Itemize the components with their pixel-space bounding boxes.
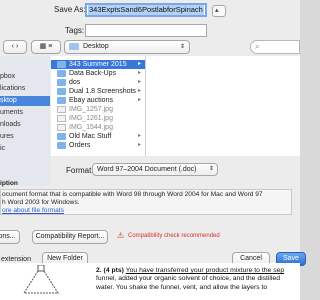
list-item[interactable]: Old Mac Stuff ▸: [51, 132, 145, 141]
list-item-label: Ebay auctions: [69, 97, 113, 104]
chevron-right-icon: ▸: [137, 79, 141, 85]
separatory-funnel-icon: [23, 265, 59, 294]
forward-icon: ›: [15, 43, 19, 50]
list-item[interactable]: IMG_1257.jpg: [51, 105, 145, 114]
options-button[interactable]: ons...: [0, 230, 20, 244]
list-item[interactable]: Dual 1.8 Screenshots ▸: [51, 87, 145, 96]
location-popup[interactable]: Desktop ⇕: [64, 40, 190, 54]
save-dialog: Save As: 343ExptsSand6PostlabforSpinach …: [0, 0, 306, 266]
desktop-folder-icon: [69, 43, 79, 50]
list-item[interactable]: Data Back-Ups ▸: [51, 69, 145, 78]
sidebar-item-pictures[interactable]: ures: [0, 132, 50, 142]
chevron-right-icon: ▸: [137, 88, 141, 94]
folder-icon: [57, 79, 66, 86]
compatibility-report-button[interactable]: Compatibility Report...: [32, 230, 108, 244]
folder-icon: [57, 61, 66, 68]
question-line-2: funnel, added your organic solvent of ch…: [96, 275, 281, 282]
folder-icon: [57, 133, 66, 140]
description-text-line-2: h Word 2003 for Windows.: [2, 199, 80, 206]
list-item-label: 343 Summer 2015: [69, 61, 127, 68]
question-text: 2. (4 pts) You have transferred your pro…: [96, 266, 284, 275]
list-item[interactable]: 343 Summer 2015 ▸: [51, 60, 145, 69]
warning-icon: ⚠: [117, 231, 125, 240]
popup-arrows-icon: ⇕: [208, 166, 214, 172]
folder-icon: [57, 142, 66, 149]
sidebar-item-label: ic: [0, 145, 6, 152]
popup-arrows-icon: ⇕: [179, 44, 185, 50]
format-value: Word 97–2004 Document (.doc): [97, 166, 197, 173]
list-item[interactable]: IMG_1544.jpg: [51, 123, 145, 132]
back-icon: ‹: [11, 43, 15, 50]
chevron-right-icon: ▸: [137, 142, 141, 148]
image-file-icon: [57, 106, 66, 113]
list-item[interactable]: Ebay auctions ▸: [51, 96, 145, 105]
save-as-label: Save As:: [54, 5, 86, 14]
back-forward-buttons[interactable]: ‹ ›: [3, 40, 27, 54]
expand-dialog-button[interactable]: ▴: [212, 5, 226, 17]
list-view-icon: ≡: [48, 43, 53, 50]
question-line-1: You have transferred your product mixtur…: [125, 267, 285, 274]
chevron-right-icon: ▸: [137, 97, 141, 103]
sidebar-item-label: uments: [0, 109, 23, 116]
tags-label: Tags:: [65, 26, 85, 35]
list-item-label: dos: [69, 79, 81, 86]
list-item[interactable]: IMG_1261.jpg: [51, 114, 145, 123]
search-field[interactable]: ⌕: [250, 40, 300, 54]
chevron-right-icon: ▸: [137, 133, 141, 139]
sidebar-item-dropbox[interactable]: pbox: [0, 72, 50, 82]
sidebar-item-desktop[interactable]: sktop: [0, 96, 50, 106]
list-item-label: IMG_1261.jpg: [69, 115, 113, 122]
compatibility-warning: Compatibility check recommended: [128, 233, 220, 239]
tags-input[interactable]: [85, 24, 207, 37]
list-item-label: Dual 1.8 Screenshots: [69, 88, 136, 95]
sidebar-item-label: pbox: [0, 73, 16, 80]
question-number: 2. (4 pts): [96, 267, 124, 274]
chevron-up-icon: ▴: [215, 7, 219, 14]
folder-icon: [57, 97, 66, 104]
sidebar-item-label: sktop: [0, 97, 17, 104]
list-item-label: Orders: [69, 142, 91, 149]
list-item-label: Old Mac Stuff: [69, 133, 112, 140]
question-line-3: water. You shake the funnel, vent, and a…: [96, 284, 268, 291]
image-file-icon: [57, 124, 66, 131]
sidebar-item-label: nloads: [0, 121, 21, 128]
folder-icon: [57, 88, 66, 95]
format-popup[interactable]: Word 97–2004 Document (.doc) ⇕: [92, 163, 218, 176]
browser-empty-column: [146, 56, 300, 156]
sidebar-item-music[interactable]: ic: [0, 144, 50, 154]
file-formats-link[interactable]: ore about file formats: [2, 207, 64, 215]
image-file-icon: [57, 115, 66, 122]
search-icon: ⌕: [255, 42, 260, 51]
save-as-input[interactable]: 343ExptsSand6PostlabforSpinach: [85, 3, 207, 17]
save-as-value: 343ExptsSand6PostlabforSpinach: [88, 5, 204, 15]
chevron-right-icon: ▸: [137, 61, 141, 67]
sidebar-item-label: ures: [0, 133, 14, 140]
hide-extension-label[interactable]: extension: [1, 256, 31, 263]
document-page: 2. (4 pts) You have transferred your pro…: [0, 263, 300, 300]
view-mode-buttons[interactable]: ▦ ≡: [31, 40, 61, 54]
list-item[interactable]: dos ▸: [51, 78, 145, 87]
location-value: Desktop: [83, 43, 109, 50]
folder-icon: [57, 70, 66, 77]
description-heading: iption: [0, 180, 18, 187]
file-list: 343 Summer 2015 ▸ Data Back-Ups ▸ dos ▸ …: [51, 56, 146, 156]
list-item[interactable]: Orders ▸: [51, 141, 145, 150]
description-box: ocument format that is compatible with W…: [0, 189, 292, 215]
icon-view-icon: ▦: [39, 43, 47, 50]
chevron-right-icon: ▸: [137, 70, 141, 76]
list-item-label: IMG_1544.jpg: [69, 124, 113, 131]
format-label: Format:: [66, 166, 94, 175]
description-text-line-1: ocument format that is compatible with W…: [2, 191, 263, 198]
sidebar-item-applications[interactable]: lications: [0, 84, 50, 94]
sidebar-item-label: lications: [0, 85, 26, 92]
list-item-label: IMG_1257.jpg: [69, 106, 113, 113]
sidebar-item-downloads[interactable]: nloads: [0, 120, 50, 130]
sidebar-item-documents[interactable]: uments: [0, 108, 50, 118]
sidebar: pbox lications sktop uments nloads ures …: [0, 56, 50, 186]
list-item-label: Data Back-Ups: [69, 70, 117, 77]
